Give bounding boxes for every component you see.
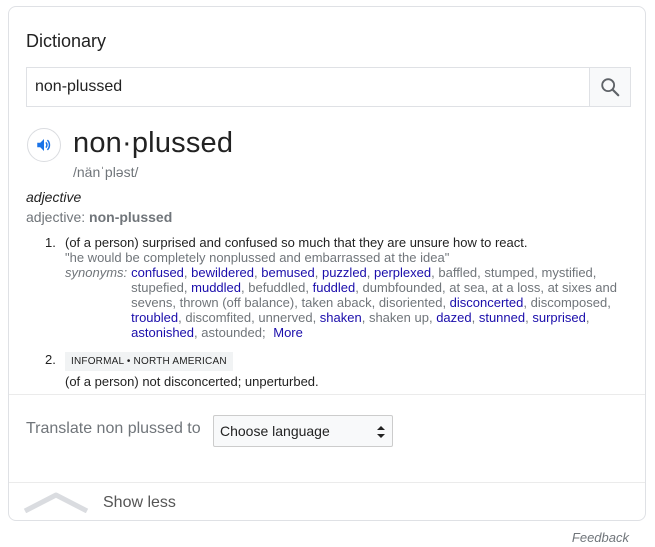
search-icon <box>601 78 620 97</box>
phonetic: /nänˈpləst/ <box>73 164 139 180</box>
dictionary-card: Dictionary non·plussed /nänˈpləst/ adjec… <box>8 6 646 521</box>
more-synonyms-link[interactable]: More <box>273 325 303 340</box>
synonym-separator: , <box>172 295 180 310</box>
synonym-item: dumbfounded <box>362 280 443 295</box>
language-select-value: Choose language <box>220 423 330 439</box>
synonym-item: disoriented <box>378 295 443 310</box>
synonym-item[interactable]: disconcerted <box>450 295 524 310</box>
language-select[interactable]: Choose language <box>213 415 393 447</box>
sense-definition: (of a person) surprised and confused so … <box>65 235 528 250</box>
synonym-item: discomfited <box>185 310 252 325</box>
synonym-separator: , <box>305 280 313 295</box>
synonym-item: discomposed <box>530 295 608 310</box>
part-of-speech: adjective <box>26 189 82 205</box>
synonym-separator: , <box>312 310 320 325</box>
synonym-item: befuddled <box>248 280 306 295</box>
speaker-icon <box>37 139 51 151</box>
sense-2: 2. INFORMAL • NORTH AMERICAN (of a perso… <box>45 352 635 389</box>
divider <box>9 394 645 395</box>
senses-list: 1. (of a person) surprised and confused … <box>45 235 635 389</box>
synonym-item: stupefied <box>131 280 184 295</box>
search-input[interactable] <box>27 68 589 106</box>
synonym-item[interactable]: puzzled <box>322 265 367 280</box>
synonym-separator: , <box>314 265 322 280</box>
synonym-item[interactable]: astonished <box>131 325 194 340</box>
synonym-item: thrown (off balance) <box>179 295 295 310</box>
synonym-separator: , <box>540 280 548 295</box>
divider <box>9 482 645 483</box>
pronunciation-button[interactable] <box>27 128 61 162</box>
synonym-item[interactable]: dazed <box>436 310 471 325</box>
synonym-item[interactable]: troubled <box>131 310 178 325</box>
synonym-item: at a loss <box>491 280 541 295</box>
headword: non·plussed <box>73 127 234 159</box>
synonym-item: unnerved <box>258 310 313 325</box>
synonym-separator: , <box>361 310 369 325</box>
synonym-item[interactable]: perplexed <box>374 265 431 280</box>
feedback-link[interactable]: Feedback <box>572 530 629 545</box>
synonym-item[interactable]: surprised <box>532 310 585 325</box>
synonym-item: astounded <box>201 325 262 340</box>
synonyms-label: synonyms: <box>65 265 128 280</box>
synonym-separator: , <box>355 280 363 295</box>
synonym-separator: , <box>607 295 611 310</box>
synonym-item[interactable]: stunned <box>479 310 525 325</box>
synonym-item: at sea <box>449 280 485 295</box>
show-less-button[interactable]: Show less <box>103 494 176 512</box>
synonyms-list: confused, bewildered, bemused, puzzled, … <box>131 265 635 340</box>
register-badge: INFORMAL • NORTH AMERICAN <box>65 352 233 371</box>
sense-example: "he would be completely nonplussed and e… <box>65 250 450 265</box>
synonym-item[interactable]: muddled <box>191 280 241 295</box>
sense-number: 2. <box>45 352 56 367</box>
synonym-item[interactable]: bewildered <box>191 265 254 280</box>
search-box <box>26 67 631 107</box>
synonym-separator: , <box>523 295 531 310</box>
sense-definition: (of a person) not disconcerted; unpertur… <box>65 374 319 389</box>
card-title: Dictionary <box>26 31 107 51</box>
pos-label: adjective: <box>26 209 90 225</box>
search-button[interactable] <box>589 68 630 106</box>
synonym-separator: , <box>371 295 379 310</box>
pos-form: non-plussed <box>89 209 173 225</box>
synonym-separator: ; <box>262 325 270 340</box>
synonym-item: baffled <box>438 265 478 280</box>
select-arrows-icon <box>377 426 385 438</box>
synonym-separator: , <box>534 265 542 280</box>
synonym-separator: , <box>366 265 375 280</box>
synonyms-row: synonyms: confused, bewildered, bemused,… <box>65 265 635 340</box>
synonym-separator: , <box>442 295 450 310</box>
synonym-item[interactable]: confused <box>131 265 184 280</box>
synonym-item: mystified <box>541 265 593 280</box>
synonym-item[interactable]: bemused <box>261 265 314 280</box>
synonym-item[interactable]: fuddled <box>313 280 356 295</box>
sense-number: 1. <box>45 235 56 250</box>
chevron-up-icon[interactable] <box>23 491 89 513</box>
synonym-item: shaken up <box>368 310 429 325</box>
synonym-separator: , <box>484 280 492 295</box>
part-of-speech-line: adjective: non-plussed <box>26 209 172 225</box>
translate-label: Translate non plussed to <box>26 420 201 437</box>
synonym-item[interactable]: shaken <box>320 310 362 325</box>
synonym-item: taken aback <box>301 295 372 310</box>
sense-1: 1. (of a person) surprised and confused … <box>45 235 635 340</box>
synonym-separator: , <box>592 265 597 280</box>
synonym-item: stumped <box>484 265 535 280</box>
synonym-separator: , <box>471 310 479 325</box>
synonym-separator: , <box>585 310 590 325</box>
